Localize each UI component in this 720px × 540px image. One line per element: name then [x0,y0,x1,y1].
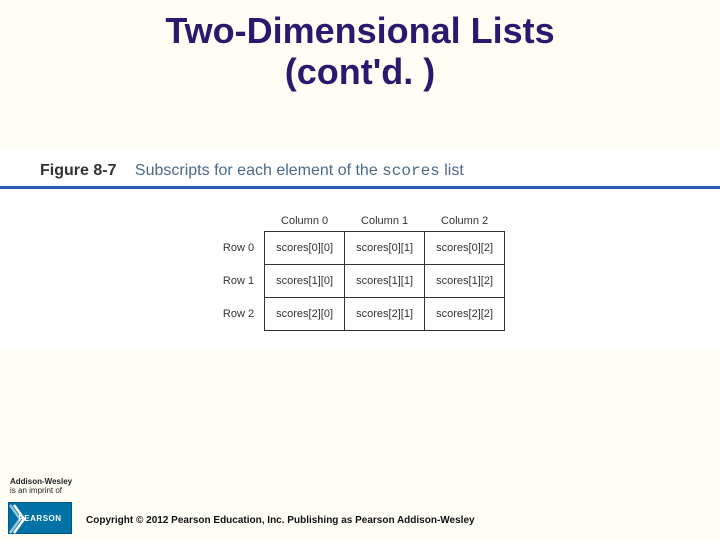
col-header-1: Column 1 [345,211,425,232]
col-header-2: Column 2 [425,211,505,232]
figure-caption-code: scores [382,162,440,180]
pearson-logo: PEARSON [8,502,72,534]
row-header-0: Row 0 [215,232,265,265]
footer: Addison-Wesley is an imprint of PEARSON … [0,472,720,540]
imprint-text: Addison-Wesley is an imprint of [10,478,72,496]
cell-2-0: scores[2][0] [265,298,345,331]
cell-1-0: scores[1][0] [265,265,345,298]
cell-0-1: scores[0][1] [345,232,425,265]
figure-caption-prefix: Subscripts for each element of the [135,162,382,179]
cell-2-2: scores[2][2] [425,298,505,331]
title-line2: (cont'd. ) [285,51,436,92]
table-row: Row 1 scores[1][0] scores[1][1] scores[1… [215,265,505,298]
cell-2-1: scores[2][1] [345,298,425,331]
cell-1-1: scores[1][1] [345,265,425,298]
title-line1: Two-Dimensional Lists [165,10,554,51]
table-header-row: Column 0 Column 1 Column 2 [215,211,505,232]
slide-title: Two-Dimensional Lists (cont'd. ) [0,0,720,93]
figure-block: Figure 8-7 Subscripts for each element o… [0,150,720,349]
cell-0-2: scores[0][2] [425,232,505,265]
row-header-1: Row 1 [215,265,265,298]
table-row: Row 2 scores[2][0] scores[2][1] scores[2… [215,298,505,331]
figure-number: Figure 8-7 [40,162,116,179]
col-header-0: Column 0 [265,211,345,232]
copyright-text: Copyright © 2012 Pearson Education, Inc.… [86,515,475,526]
cell-0-0: scores[0][0] [265,232,345,265]
table-row: Row 0 scores[0][0] scores[0][1] scores[0… [215,232,505,265]
subscripts-table: Column 0 Column 1 Column 2 Row 0 scores[… [215,211,505,331]
figure-caption-suffix: list [440,162,464,179]
cell-1-2: scores[1][2] [425,265,505,298]
figure-caption: Subscripts for each element of the score… [135,162,464,179]
imprint-line2: is an imprint of [10,486,62,495]
corner-blank [215,211,265,232]
figure-header: Figure 8-7 Subscripts for each element o… [0,162,720,189]
table-wrap: Column 0 Column 1 Column 2 Row 0 scores[… [0,211,720,331]
imprint-line1: Addison-Wesley [10,477,72,486]
pearson-chevron-icon [8,503,28,535]
row-header-2: Row 2 [215,298,265,331]
